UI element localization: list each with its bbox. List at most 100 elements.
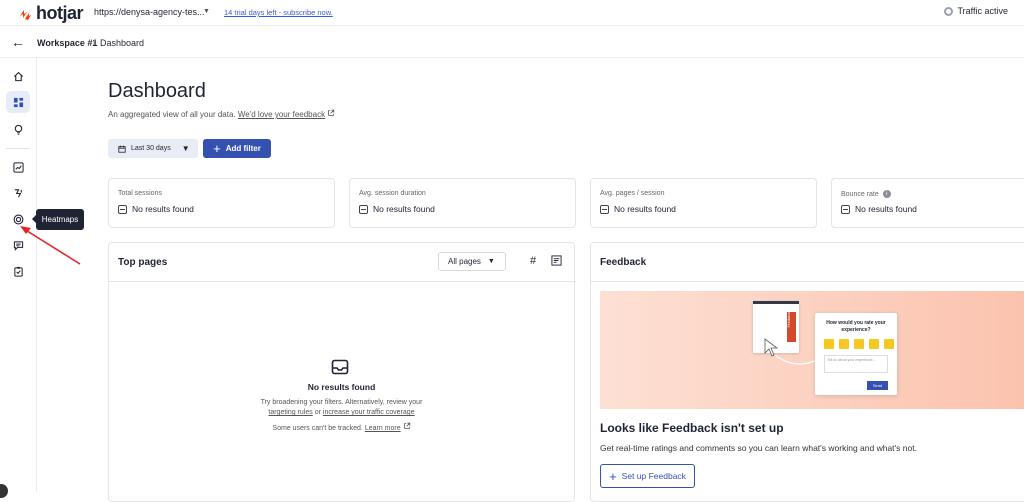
illustration-emoji-row	[824, 339, 894, 349]
chevron-down-icon[interactable]: ▼	[203, 8, 210, 15]
logo-text: hotjar	[36, 3, 84, 23]
trial-subscribe-link[interactable]: 14 trial days left - subscribe now.	[224, 8, 333, 17]
targeting-rules-link[interactable]: targeting rules	[268, 409, 312, 416]
all-pages-dropdown[interactable]: All pages ▼	[438, 252, 506, 271]
sidebar-item-trends[interactable]	[6, 156, 30, 178]
hotjar-logo[interactable]: hotjar	[18, 3, 84, 24]
sidebar-item-home[interactable]	[6, 65, 30, 87]
emoji-face-icon	[854, 339, 864, 349]
metric-value-text: No results found	[855, 204, 917, 214]
sidebar-divider	[6, 148, 30, 149]
feedback-description: Get real-time ratings and comments so yo…	[600, 443, 917, 453]
funnel-path-icon	[14, 188, 22, 197]
traffic-status[interactable]: Traffic active	[944, 6, 1008, 16]
breadcrumb-workspace[interactable]: Workspace #1	[37, 38, 97, 48]
metric-value: No results found	[359, 204, 435, 214]
external-link-icon[interactable]	[403, 422, 411, 430]
cursor-arrow-icon	[764, 338, 816, 365]
date-range-button[interactable]: Last 30 days ▼	[108, 139, 198, 158]
set-up-feedback-label: Set up Feedback	[621, 471, 686, 481]
metric-label: Avg. pages / session	[600, 190, 665, 197]
feedback-heading: Looks like Feedback isn't set up	[600, 421, 784, 435]
sidebar-item-surveys[interactable]	[6, 260, 30, 282]
hotjar-logo-icon	[20, 9, 31, 20]
illustration-rating-card: How would you rate your experience? Tell…	[815, 313, 897, 395]
empty-box-icon	[118, 204, 127, 214]
date-range-label: Last 30 days	[131, 145, 171, 152]
sidebar	[0, 58, 37, 492]
panel-title: Top pages	[118, 257, 168, 268]
empty-state-or: or	[314, 409, 321, 416]
chevron-down-icon: ▼	[181, 144, 190, 153]
metric-card-total-sessions: Total sessions No results found	[108, 178, 335, 228]
status-ring-icon	[944, 6, 954, 16]
feedback-link[interactable]: We'd love your feedback	[238, 110, 325, 119]
sidebar-item-heatmaps[interactable]	[6, 208, 30, 230]
sidebar-item-funnels[interactable]	[6, 182, 30, 204]
hash-icon[interactable]: #	[530, 255, 536, 267]
info-icon[interactable]: i	[882, 190, 891, 198]
home-icon	[13, 71, 23, 81]
metric-value: No results found	[841, 204, 917, 214]
page-subtitle: An aggregated view of all your data. We'…	[108, 109, 335, 119]
learn-more-link[interactable]: Learn more	[365, 425, 401, 432]
lightbulb-icon	[14, 124, 22, 135]
top-pages-panel: Top pages All pages ▼ # No results found…	[108, 242, 576, 502]
trend-chart-icon	[12, 161, 24, 173]
metric-card-avg-pages-session: Avg. pages / session No results found	[590, 178, 817, 228]
illustration-send-button: Send	[867, 381, 888, 390]
panel-title: Feedback	[600, 257, 647, 268]
metric-label: Bounce rate i	[841, 190, 891, 198]
metric-card-bounce-rate: Bounce rate i No results found	[831, 178, 1024, 228]
breadcrumb-separator: /	[93, 37, 96, 47]
chevron-down-icon: ▼	[487, 258, 495, 265]
calendar-icon	[118, 145, 126, 153]
metric-value-text: No results found	[373, 204, 435, 214]
list-view-icon[interactable]	[551, 255, 562, 266]
illustration-tab-text: Feedback	[787, 312, 791, 328]
dashboard-icon	[13, 97, 23, 107]
external-link-icon[interactable]	[327, 109, 335, 117]
subtitle-text: An aggregated view of all your data.	[108, 110, 236, 119]
panel-divider	[591, 281, 1024, 282]
set-up-feedback-button[interactable]: + Set up Feedback	[600, 464, 695, 488]
empty-box-icon	[841, 204, 850, 214]
heatmaps-tooltip: Heatmaps	[32, 209, 84, 230]
empty-note-text: Some users can't be tracked.	[272, 425, 363, 432]
emoji-face-icon	[824, 339, 834, 349]
sidebar-item-insights[interactable]	[6, 118, 30, 140]
metric-label: Total sessions	[118, 190, 162, 197]
empty-box-icon	[359, 204, 368, 214]
metric-card-avg-session-duration: Avg. session duration No results found	[349, 178, 576, 228]
add-filter-button[interactable]: + Add filter	[203, 139, 271, 158]
empty-box-icon	[600, 204, 609, 214]
metric-label: Avg. session duration	[359, 190, 426, 197]
add-filter-label: Add filter	[225, 144, 261, 153]
emoji-face-icon	[869, 339, 879, 349]
clipboard-check-icon	[13, 266, 23, 277]
sidebar-item-feedback[interactable]	[6, 234, 30, 256]
back-arrow-icon[interactable]: ←	[11, 34, 25, 50]
sidebar-item-dashboard[interactable]	[6, 91, 30, 113]
metric-value: No results found	[118, 204, 194, 214]
metric-value-text: No results found	[614, 204, 676, 214]
feedback-illustration: Feedback How would you rate your experie…	[600, 291, 1024, 409]
dropdown-label: All pages	[448, 257, 481, 266]
plus-icon: +	[609, 468, 617, 484]
help-widget-icon[interactable]	[0, 484, 8, 498]
metric-value: No results found	[600, 204, 676, 214]
panel-divider	[109, 281, 576, 282]
page-title: Dashboard	[108, 80, 206, 102]
chat-bubble-icon	[13, 240, 23, 251]
breadcrumb-dashboard: Dashboard	[100, 38, 145, 48]
empty-state-text: Try broadening your filters. Alternative…	[109, 398, 574, 418]
site-selector[interactable]: https://denysa-agency-tes...	[94, 7, 205, 17]
empty-state-title: No results found	[307, 382, 376, 392]
empty-state-note: Some users can't be tracked. Learn more	[109, 422, 574, 432]
traffic-coverage-link[interactable]: increase your traffic coverage	[323, 409, 415, 416]
empty-state-line: Try broadening your filters. Alternative…	[260, 399, 423, 406]
metric-value-text: No results found	[132, 204, 194, 214]
illustration-comment-box: Tell us about your experience...	[824, 355, 888, 373]
inbox-tray-icon	[331, 359, 349, 375]
feedback-panel: Feedback Feedback How would you rate you…	[590, 242, 1024, 502]
